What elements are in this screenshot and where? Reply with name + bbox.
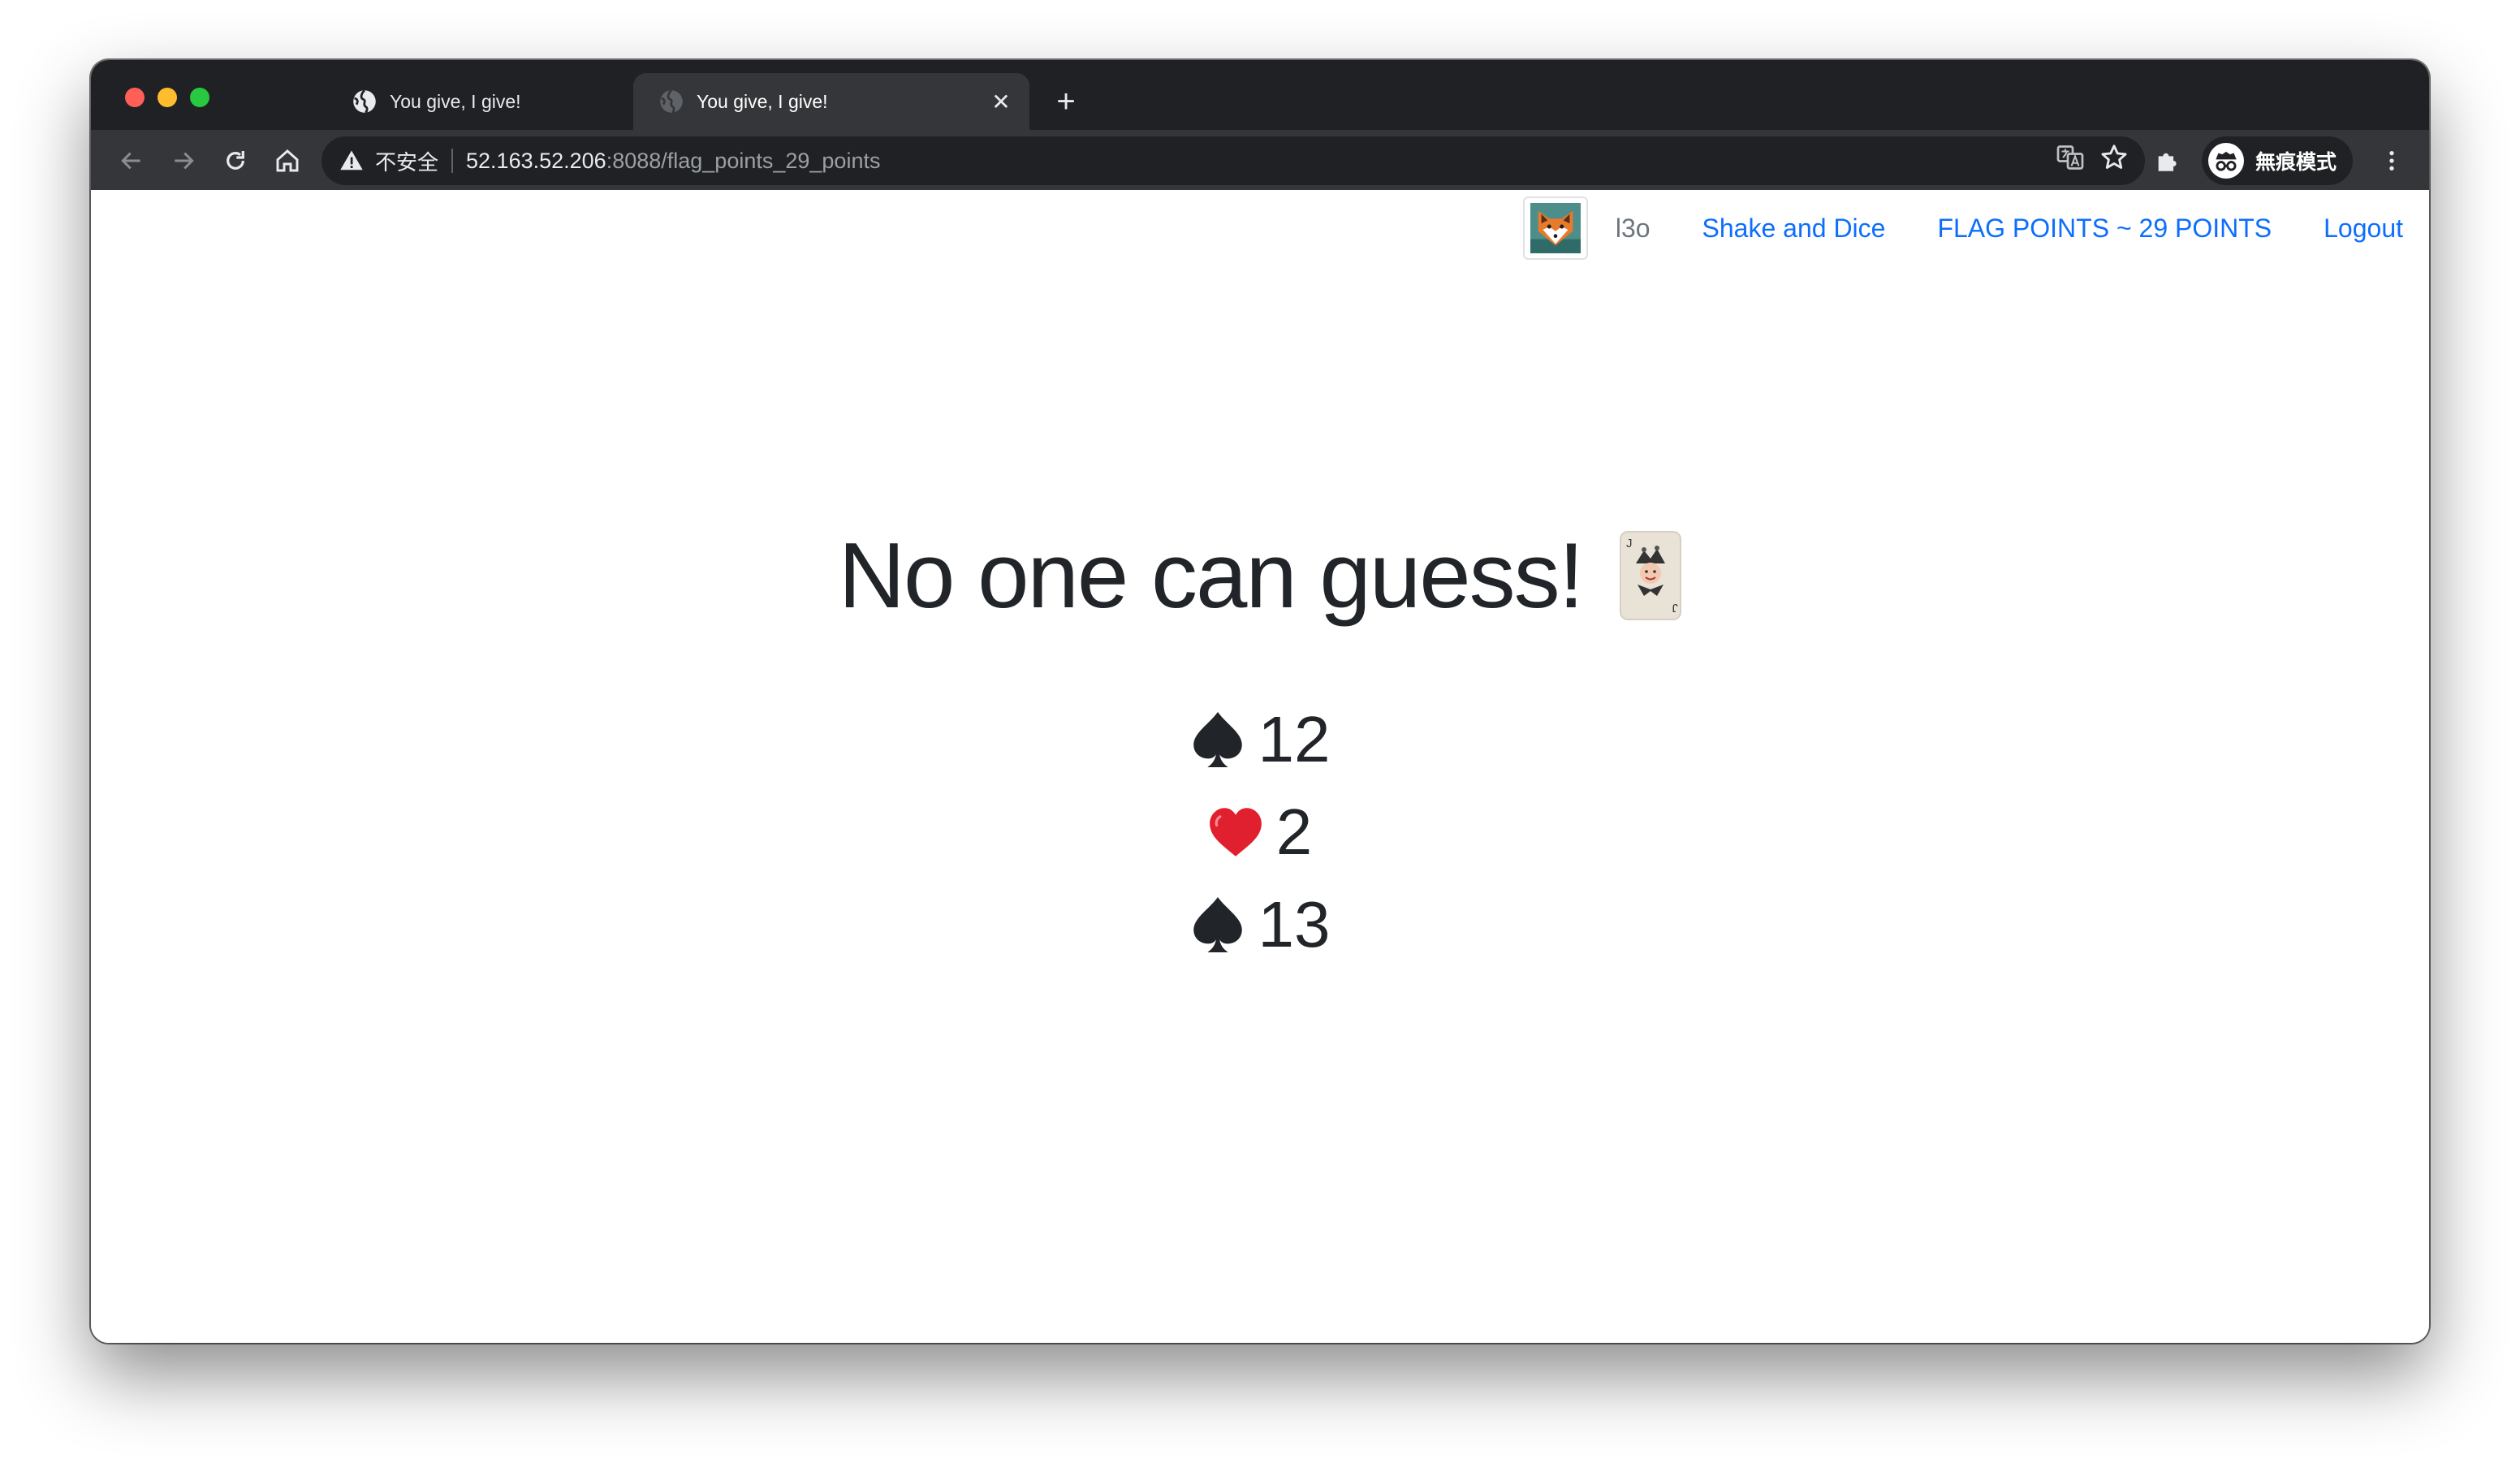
nav-link-flag-points[interactable]: FLAG POINTS ~ 29 POINTS [1937, 214, 2272, 244]
more-vert-icon [2389, 151, 2394, 170]
joker-card-icon: J J [1620, 531, 1682, 620]
back-button[interactable] [114, 143, 149, 179]
fox-avatar-icon [1530, 203, 1581, 253]
page-content: l3o Shake and Dice FLAG POINTS ~ 29 POIN… [91, 190, 2429, 1343]
home-button[interactable] [270, 143, 305, 179]
nav-link-shake-and-dice[interactable]: Shake and Dice [1702, 214, 1886, 244]
tab-close-icon[interactable]: ✕ [987, 88, 1015, 115]
globe-icon [660, 89, 683, 114]
address-bar[interactable]: 不安全 52.163.52.206 :8088/flag_points_29_p… [321, 136, 2145, 185]
minimize-window-button[interactable] [158, 88, 177, 107]
page-title: No one can guess! J J [91, 515, 2429, 637]
card-value: 12 [1258, 703, 1331, 775]
arrow-right-icon [175, 152, 194, 170]
card-row: 12 [1190, 693, 1331, 786]
browser-toolbar: 不安全 52.163.52.206 :8088/flag_points_29_p… [91, 130, 2429, 190]
spade-icon [1193, 897, 1242, 952]
security-label[interactable]: 不安全 [375, 146, 438, 176]
reload-icon [227, 151, 244, 170]
user-avatar[interactable] [1522, 196, 1588, 260]
heart-icon [1209, 808, 1262, 857]
bookmark-star-icon[interactable] [2099, 143, 2129, 172]
card-list: 12 2 13 [91, 693, 2429, 971]
card-row: 2 [1208, 786, 1313, 878]
extensions-button[interactable] [2150, 143, 2186, 179]
svg-text:J: J [1672, 601, 1679, 615]
new-tab-button[interactable]: + [1047, 83, 1085, 120]
tab-title: You give, I give! [390, 90, 521, 112]
nav-username[interactable]: l3o [1616, 214, 1651, 244]
browser-window: You give, I give! ✕ You give, I give! ✕ … [91, 60, 2429, 1343]
nav-link-logout[interactable]: Logout [2324, 214, 2403, 244]
home-icon [276, 149, 299, 172]
tab-title: You give, I give! [697, 90, 828, 112]
translate-icon[interactable] [2056, 143, 2085, 172]
card-value: 13 [1258, 888, 1331, 960]
card-row: 13 [1190, 878, 1331, 971]
puzzle-icon [2158, 153, 2177, 171]
arrow-left-icon [121, 152, 140, 170]
headline-text: No one can guess! [838, 524, 1585, 628]
spade-icon [1193, 712, 1242, 767]
site-navbar: l3o Shake and Dice FLAG POINTS ~ 29 POIN… [1522, 195, 2403, 261]
warning-icon[interactable] [339, 149, 364, 173]
browser-menu-button[interactable] [2374, 143, 2410, 179]
svg-text:J: J [1626, 537, 1633, 550]
profile-label: 無痕模式 [2255, 150, 2337, 174]
address-separator [451, 149, 454, 173]
avatar [2208, 143, 2244, 179]
card-value: 2 [1275, 796, 1313, 868]
url-host[interactable]: 52.163.52.206 [466, 149, 606, 174]
close-window-button[interactable] [125, 88, 145, 107]
maximize-window-button[interactable] [190, 88, 209, 107]
incognito-profile-button[interactable]: 無痕模式 [2202, 136, 2353, 185]
forward-button[interactable] [166, 143, 201, 179]
globe-icon [353, 89, 376, 114]
incognito-icon [2216, 151, 2237, 171]
tab-active[interactable]: You give, I give! ✕ [633, 73, 1029, 130]
reload-button[interactable] [218, 143, 253, 179]
tab-strip: You give, I give! ✕ You give, I give! ✕ … [91, 60, 2429, 130]
url-path[interactable]: :8088/flag_points_29_points [606, 149, 881, 174]
